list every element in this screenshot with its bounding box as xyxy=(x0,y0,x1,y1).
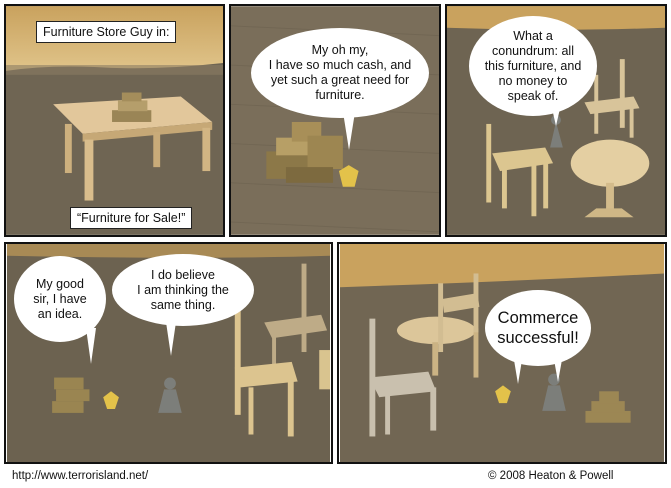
panel-5-speech-text: Commerce successful! xyxy=(497,309,579,347)
panel-3-speech-bubble: What a conundrum: all this furniture, an… xyxy=(469,16,597,116)
panel-2-speech-text: My oh my, I have so much cash, and yet s… xyxy=(268,43,412,102)
footer-copyright: © 2008 Heaton & Powell xyxy=(488,470,614,482)
comic-panel-2: My oh my, I have so much cash, and yet s… xyxy=(229,4,441,237)
panel-1-subtitle-caption: “Furniture for Sale!” xyxy=(70,207,193,229)
panel-4-speech-text-left: My good sir, I have an idea. xyxy=(33,276,87,321)
panel-5-speech-bubble: Commerce successful! xyxy=(485,290,591,366)
panel-4-speech-bubble-right: I do believe I am thinking the same thin… xyxy=(112,254,254,326)
comic-panel-5: Commerce successful! xyxy=(337,242,667,464)
panel-5-bubble-tail xyxy=(513,354,523,384)
panel-1-title-caption: Furniture Store Guy in: xyxy=(36,21,177,43)
comic-panel-4: My good sir, I have an idea. I do believ… xyxy=(4,242,333,464)
comic-panel-1: Furniture Store Guy in: “Furniture for S… xyxy=(4,4,225,237)
panel-3-bubble-tail xyxy=(551,104,561,126)
panel-3-speech-text: What a conundrum: all this furniture, an… xyxy=(484,28,582,103)
comic-panel-3: What a conundrum: all this furniture, an… xyxy=(445,4,667,237)
panel-5-bubble-tail-2 xyxy=(553,354,563,382)
panel-4-bubble-tail-left xyxy=(86,328,96,364)
panel-2-speech-bubble: My oh my, I have so much cash, and yet s… xyxy=(251,28,429,118)
footer-website-url[interactable]: http://www.terrorisland.net/ xyxy=(12,470,148,482)
panel-4-speech-text-right: I do believe I am thinking the same thin… xyxy=(137,267,229,312)
panel-2-bubble-tail xyxy=(343,112,355,150)
panel-4-bubble-tail-right xyxy=(166,322,176,356)
